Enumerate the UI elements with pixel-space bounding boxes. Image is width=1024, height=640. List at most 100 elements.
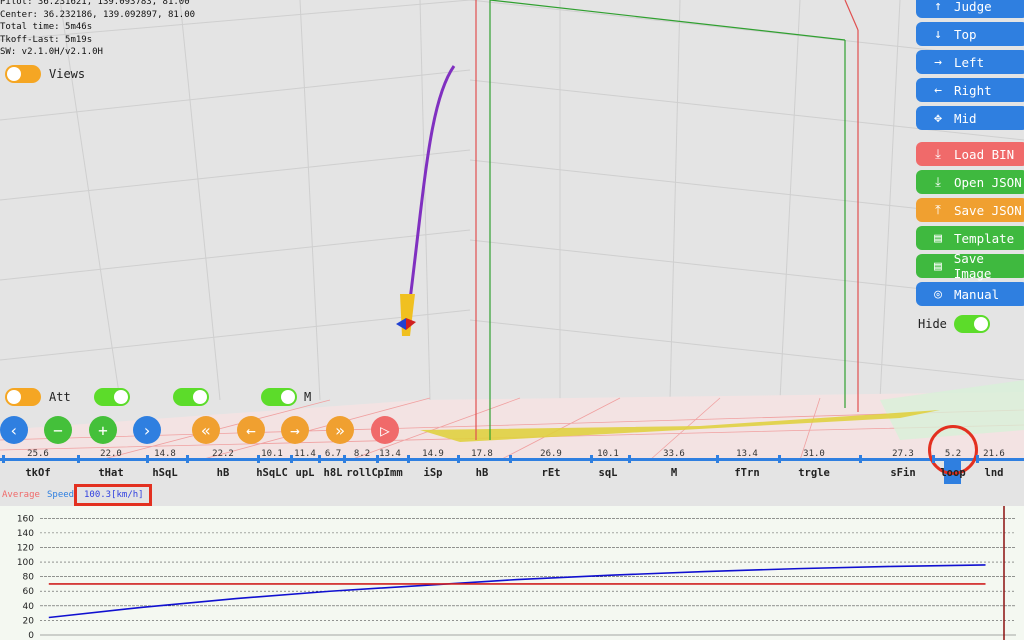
save-image-button[interactable]: ▤ Save Image xyxy=(916,251,1024,281)
y-tick-label: 140 xyxy=(17,529,34,539)
segment-label[interactable]: trgle xyxy=(798,467,830,479)
m-label: M xyxy=(304,390,312,404)
arrow-left-icon: ← xyxy=(246,420,256,440)
step-back-button[interactable]: ← xyxy=(237,416,265,444)
timeline-tick xyxy=(976,455,979,463)
segment-duration: 14.8 xyxy=(154,449,176,459)
y-tick-label: 0 xyxy=(28,631,34,640)
chevron-left-icon: ‹ xyxy=(9,420,19,440)
arrow-down-icon: ↓ xyxy=(934,26,942,42)
right-button[interactable]: ← Right xyxy=(916,78,1024,102)
y-tick-label: 20 xyxy=(23,616,35,626)
load-bin-button[interactable]: ⤓ Load BIN xyxy=(916,142,1024,166)
views-toggle[interactable] xyxy=(5,65,41,83)
segment-label[interactable]: hSqL xyxy=(152,467,177,479)
double-chevron-right-icon: » xyxy=(335,420,345,440)
toggle-3[interactable] xyxy=(173,388,209,406)
segment-label[interactable]: sqL xyxy=(599,467,618,479)
segment-label[interactable]: h8L xyxy=(324,467,343,479)
segment-label[interactable]: tHat xyxy=(98,467,123,479)
button-label: Judge xyxy=(954,0,992,14)
minus-icon: − xyxy=(53,420,63,440)
segment-label[interactable]: hB xyxy=(476,467,489,479)
segment-label[interactable]: hB xyxy=(217,467,230,479)
segment-label[interactable]: iSp xyxy=(424,467,443,479)
segment-label[interactable]: rEt xyxy=(542,467,561,479)
arrow-right-icon: → xyxy=(290,420,300,440)
lifebuoy-icon: ◎ xyxy=(934,286,942,302)
segment-label[interactable]: upL xyxy=(296,467,315,479)
judge-button[interactable]: ↑ Judge xyxy=(916,0,1024,18)
timeline-tick xyxy=(778,455,781,463)
zoom-out-button[interactable]: − xyxy=(44,416,72,444)
segment-label[interactable]: M xyxy=(671,467,677,479)
segment-label[interactable]: rollC xyxy=(346,467,378,479)
segment-duration: 10.1 xyxy=(261,449,283,459)
timeline-tick xyxy=(2,455,5,463)
timeline-tick xyxy=(290,455,293,463)
segment-duration: 27.3 xyxy=(892,449,914,459)
toggle-2[interactable] xyxy=(94,388,130,406)
views-label: Views xyxy=(49,67,86,81)
timeline-tick xyxy=(628,455,631,463)
m-toggle[interactable] xyxy=(261,388,297,406)
timeline-tick xyxy=(77,455,80,463)
download-icon: ⤓ xyxy=(935,174,941,190)
manual-button[interactable]: ◎ Manual xyxy=(916,282,1024,306)
speed-row: Average Speed 100.3[km/h] xyxy=(0,484,1024,506)
timeline-tick xyxy=(932,455,935,463)
segment-duration: 22.2 xyxy=(212,449,234,459)
hide-toggle[interactable] xyxy=(954,315,990,333)
segment-label[interactable]: hSqLC xyxy=(256,467,288,479)
segment-duration: 17.8 xyxy=(471,449,493,459)
average-label: Average xyxy=(2,490,40,500)
upload-icon: ⤒ xyxy=(935,202,941,218)
timeline-tick xyxy=(343,455,346,463)
segment-duration: 31.0 xyxy=(803,449,825,459)
top-button[interactable]: ↓ Top xyxy=(916,22,1024,46)
button-label: Mid xyxy=(954,110,977,126)
y-tick-label: 40 xyxy=(23,602,35,612)
segment-label[interactable]: fTrn xyxy=(734,467,759,479)
open-json-button[interactable]: ⤓ Open JSON xyxy=(916,170,1024,194)
fast-forward-button[interactable]: » xyxy=(326,416,354,444)
next-button[interactable]: › xyxy=(133,416,161,444)
att-toggle[interactable] xyxy=(5,388,41,406)
arrow-left-icon: ← xyxy=(934,82,942,98)
total-time: Total time: 5m46s xyxy=(0,22,93,32)
segment-duration: 33.6 xyxy=(663,449,685,459)
zoom-in-button[interactable]: + xyxy=(89,416,117,444)
left-button[interactable]: → Left xyxy=(916,50,1024,74)
prev-button[interactable]: ‹ xyxy=(0,416,28,444)
timeline-tick xyxy=(590,455,593,463)
rewind-button[interactable]: « xyxy=(192,416,220,444)
center-position: Center: 36.232186, 139.092897, 81.00 xyxy=(0,9,196,20)
timeline-tick xyxy=(186,455,189,463)
segment-duration: 25.6 xyxy=(27,449,49,459)
mid-button[interactable]: ✥ Mid xyxy=(916,106,1024,130)
document-icon: ▤ xyxy=(934,230,942,246)
segment-label[interactable]: sFin xyxy=(890,467,915,479)
timeline-tick xyxy=(716,455,719,463)
button-label: Template xyxy=(954,230,1015,246)
segment-label[interactable]: pImm xyxy=(377,467,402,479)
button-label: Right xyxy=(954,82,992,98)
y-tick-label: 120 xyxy=(17,543,34,553)
maneuver-timeline[interactable]: 25.6 tkOf 22.0 tHat 14.8 hSqL 22.2 hB 10.1 hSqLC 1… xyxy=(0,425,1024,486)
play-icon: ▷ xyxy=(380,420,390,440)
arrow-up-icon: ↑ xyxy=(934,0,942,14)
save-json-button[interactable]: ⤒ Save JSON xyxy=(916,198,1024,222)
download-icon: ⤓ xyxy=(935,146,941,162)
document-icon: ▤ xyxy=(933,258,942,274)
y-tick-label: 60 xyxy=(23,587,35,597)
segment-duration: 13.4 xyxy=(736,449,758,459)
step-forward-button[interactable]: → xyxy=(281,416,309,444)
template-button[interactable]: ▤ Template xyxy=(916,226,1024,250)
segment-label[interactable]: loop xyxy=(940,467,965,479)
segment-label[interactable]: tkOf xyxy=(25,467,50,479)
speed-highlight-box xyxy=(74,484,152,506)
segment-label[interactable]: lnd xyxy=(985,467,1004,479)
play-button[interactable]: ▷ xyxy=(371,416,399,444)
arrow-right-icon: → xyxy=(934,54,942,70)
att-label: Att xyxy=(49,390,71,404)
